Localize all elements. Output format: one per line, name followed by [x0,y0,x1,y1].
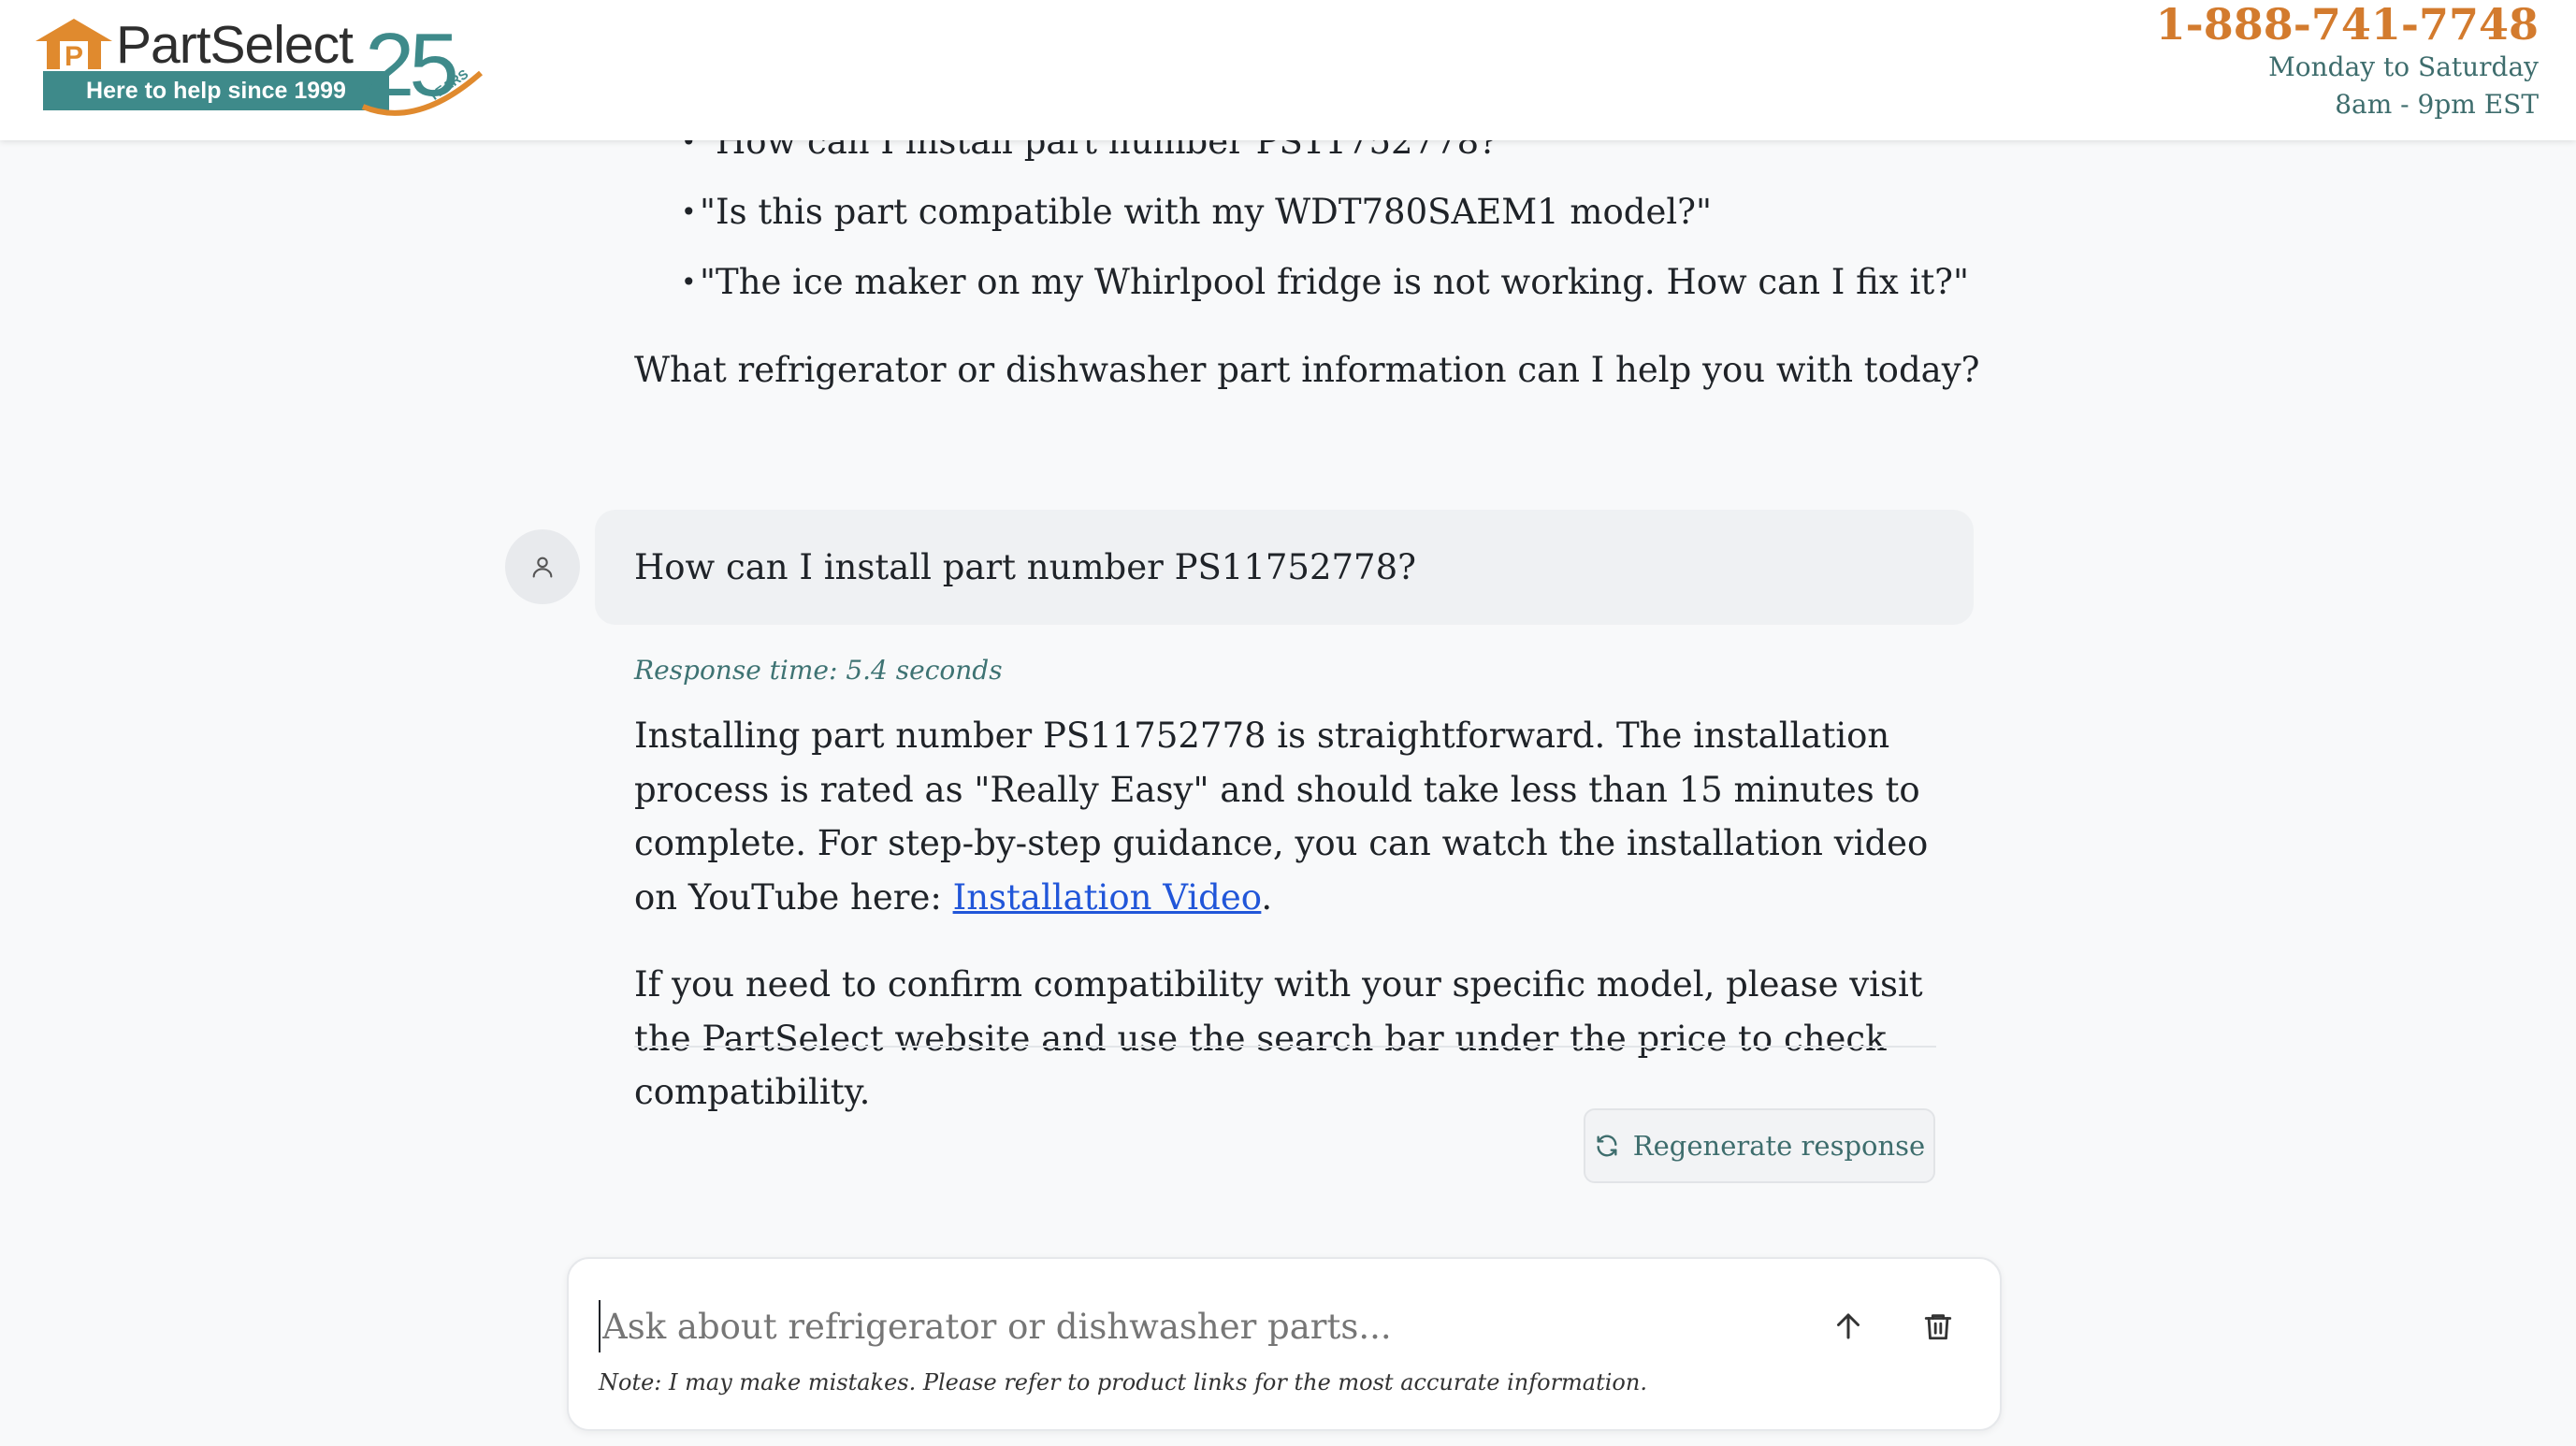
arrow-up-icon [1837,1313,1860,1339]
hours-time: 8am - 9pm EST [2335,89,2539,120]
disclaimer-note: Note: I may make mistakes. Please refer … [599,1369,1647,1395]
assistant-intro-question: What refrigerator or dishwasher part inf… [634,350,1980,390]
example-question: "Is this part compatible with my WDT780S… [681,190,1969,235]
hours-days: Monday to Saturday [2268,51,2539,82]
example-question: "The ice maker on my Whirlpool fridge is… [681,260,1969,305]
answer-text-end: . [1261,876,1273,918]
partselect-logo[interactable]: P PartSelect Here to help since 1999 25 … [36,15,494,120]
divider [634,1046,1936,1048]
chat-area: "How can I install part number PS1175277… [0,0,2576,1446]
installation-video-link[interactable]: Installation Video [953,877,1262,918]
message-composer: Note: I may make mistakes. Please refer … [567,1257,2002,1431]
example-questions-list: "How can I install part number PS1175277… [681,120,1969,330]
house-icon: P [36,19,112,69]
refresh-icon [1597,1135,1617,1157]
phone-number[interactable]: 1-888-741-7748 [2156,0,2539,49]
contact-info: 1-888-741-7748 Monday to Saturday 8am - … [2156,0,2539,123]
answer-paragraph: Installing part number PS11752778 is str… [634,709,1948,924]
response-time: Response time: 5.4 seconds [634,655,1003,686]
answer-paragraph: If you need to confirm compatibility wit… [634,964,1923,1112]
anniversary-badge: 25 YEARS [361,17,483,116]
trash-icon [1924,1314,1952,1340]
clear-chat-button[interactable] [1912,1300,1964,1352]
brand-tagline: Here to help since 1999 [43,71,389,110]
user-message-bubble: How can I install part number PS11752778… [595,510,1974,625]
svg-text:P: P [65,41,83,69]
answer-text: Installing part number PS11752778 is str… [634,716,1929,918]
user-message-row: How can I install part number PS11752778… [505,510,1974,625]
regenerate-label: Regenerate response [1632,1130,1926,1162]
brand-name: PartSelect [116,15,354,75]
message-input[interactable] [599,1300,1815,1352]
assistant-answer: Installing part number PS11752778 is str… [634,709,1948,1153]
send-button[interactable] [1822,1300,1874,1352]
user-icon [505,529,580,604]
regenerate-button[interactable]: Regenerate response [1584,1108,1935,1183]
site-header: P PartSelect Here to help since 1999 25 … [0,0,2576,140]
